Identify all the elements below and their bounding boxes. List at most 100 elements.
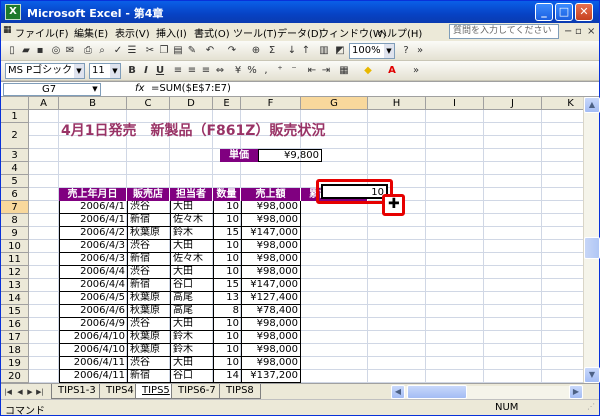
email-icon[interactable]: ✉ [63,44,77,58]
menu-file[interactable]: ファイル(F) [15,25,69,40]
table-header-cell[interactable]: 数量 [213,188,241,201]
row-header[interactable]: 4 [1,162,29,175]
doc-minimize-icon[interactable]: − [564,26,572,37]
menu-insert[interactable]: 挿入(I) [156,25,187,40]
bold-icon[interactable]: B [125,64,139,78]
doc-restore-icon[interactable]: ▫ [575,26,582,37]
menu-format[interactable]: 書式(O) [194,25,230,40]
table-cell[interactable]: 鈴木 [170,331,213,344]
decrease-indent-icon[interactable]: ⇤ [305,64,319,78]
close-button[interactable]: ✕ [575,3,593,21]
table-cell[interactable]: 佐々木 [170,253,213,266]
row-header[interactable]: 17 [1,331,29,344]
hyperlink-icon[interactable]: ⊕ [249,44,263,58]
sheet-tab-tips1-3[interactable]: TIPS1-3 [51,384,103,399]
row-header[interactable]: 8 [1,214,29,227]
table-cell[interactable]: 10 [213,266,241,279]
table-header-cell[interactable]: 担当者 [170,188,213,201]
drawing-icon[interactable]: ◩ [333,44,347,58]
table-cell[interactable]: ¥137,200 [241,370,301,383]
table-cell[interactable]: 2006/4/2 [59,227,127,240]
row-header[interactable]: 10 [1,240,29,253]
decrease-decimal-icon[interactable]: ⁻ [287,64,301,78]
row-header[interactable]: 9 [1,227,29,240]
permission-icon[interactable]: ◎ [49,44,63,58]
table-cell[interactable]: 大田 [170,201,213,214]
excel-icon[interactable]: X [5,4,21,20]
fill-color-icon[interactable]: ◆ [361,64,375,78]
select-all-corner[interactable] [1,97,29,110]
table-cell[interactable]: 2006/4/11 [59,357,127,370]
menu-tools[interactable]: ツール(T) [233,25,277,40]
column-header[interactable]: C [127,97,170,110]
last-sheet-icon[interactable]: ▶| [35,386,45,398]
hscroll-thumb[interactable] [407,385,467,399]
horizontal-scrollbar[interactable]: ◀ ▶ [391,385,583,399]
formula-input[interactable]: =SUM($E$7:E7) [151,83,231,94]
toolbar-options-icon[interactable]: » [409,64,423,78]
sort-descending-icon[interactable]: ↑ [299,44,313,58]
borders-icon[interactable]: ▦ [337,64,351,78]
row-header[interactable]: 16 [1,318,29,331]
currency-icon[interactable]: ¥ [231,64,245,78]
merge-center-icon[interactable]: ⇔ [213,64,227,78]
table-cell[interactable]: ¥98,000 [241,201,301,214]
font-color-icon[interactable]: A [385,64,399,78]
row-header[interactable]: 11 [1,253,29,266]
sheet-tab-tips6-7[interactable]: TIPS6-7 [171,384,223,399]
italic-icon[interactable]: I [139,64,153,78]
row-header[interactable]: 1 [1,110,29,123]
row-header[interactable]: 18 [1,344,29,357]
table-cell[interactable]: 2006/4/6 [59,305,127,318]
row-header[interactable]: 15 [1,305,29,318]
table-cell[interactable]: ¥98,000 [241,331,301,344]
font-name-select[interactable]: MS Pゴシック ▼ [5,63,85,79]
table-cell[interactable]: 2006/4/1 [59,214,127,227]
table-cell[interactable]: 高尾 [170,292,213,305]
table-header-cell[interactable]: 売上年月日 [59,188,127,201]
table-cell[interactable]: 10 [213,240,241,253]
row-header[interactable]: 14 [1,292,29,305]
column-header[interactable]: J [484,97,542,110]
table-cell[interactable]: 新宿 [127,370,170,383]
fill-cursor-icon[interactable]: ✚ [388,197,400,211]
table-cell[interactable]: 佐々木 [170,214,213,227]
open-icon[interactable]: ▰ [19,44,33,58]
table-cell[interactable]: 渋谷 [127,318,170,331]
undo-icon[interactable]: ↶ [203,44,217,58]
row-header[interactable]: 13 [1,279,29,292]
scroll-right-icon[interactable]: ▶ [569,385,583,399]
sort-ascending-icon[interactable]: ↓ [285,44,299,58]
sheet-title[interactable]: 4月1日発売 新製品（F861Z）販売状況 [59,120,327,140]
table-cell[interactable]: 大田 [170,266,213,279]
zoom-select[interactable]: 100% ▼ [349,43,395,59]
next-sheet-icon[interactable]: ▶ [25,386,35,398]
table-cell[interactable]: ¥98,000 [241,344,301,357]
align-right-icon[interactable]: ≡ [199,64,213,78]
table-cell[interactable]: 谷口 [170,279,213,292]
menu-help[interactable]: ヘルプ(H) [377,25,422,40]
table-cell[interactable]: 10 [213,318,241,331]
menu-view[interactable]: 表示(V) [115,25,150,40]
table-cell[interactable]: 大田 [170,357,213,370]
table-cell[interactable]: 鈴木 [170,227,213,240]
menu-edit[interactable]: 編集(E) [74,25,108,40]
table-cell[interactable]: 8 [213,305,241,318]
table-header-cell[interactable]: 販売店 [127,188,170,201]
table-cell[interactable]: ¥98,000 [241,240,301,253]
table-cell[interactable]: 15 [213,279,241,292]
save-icon[interactable]: ▪ [33,44,47,58]
help-icon[interactable]: ? [399,44,413,58]
column-header[interactable]: I [426,97,484,110]
fx-icon[interactable]: fx [135,83,144,94]
font-size-select[interactable]: 11 ▼ [89,63,121,79]
column-header[interactable]: A [29,97,59,110]
table-cell[interactable]: 10 [213,201,241,214]
print-preview-icon[interactable]: ⌕ [95,44,109,58]
resize-grip-icon[interactable]: ⋰ [587,402,597,412]
scroll-thumb[interactable] [584,237,600,259]
column-header[interactable]: B [59,97,127,110]
table-cell[interactable]: 新宿 [127,279,170,292]
row-header[interactable]: 7 [1,201,29,214]
column-header[interactable]: E [213,97,241,110]
